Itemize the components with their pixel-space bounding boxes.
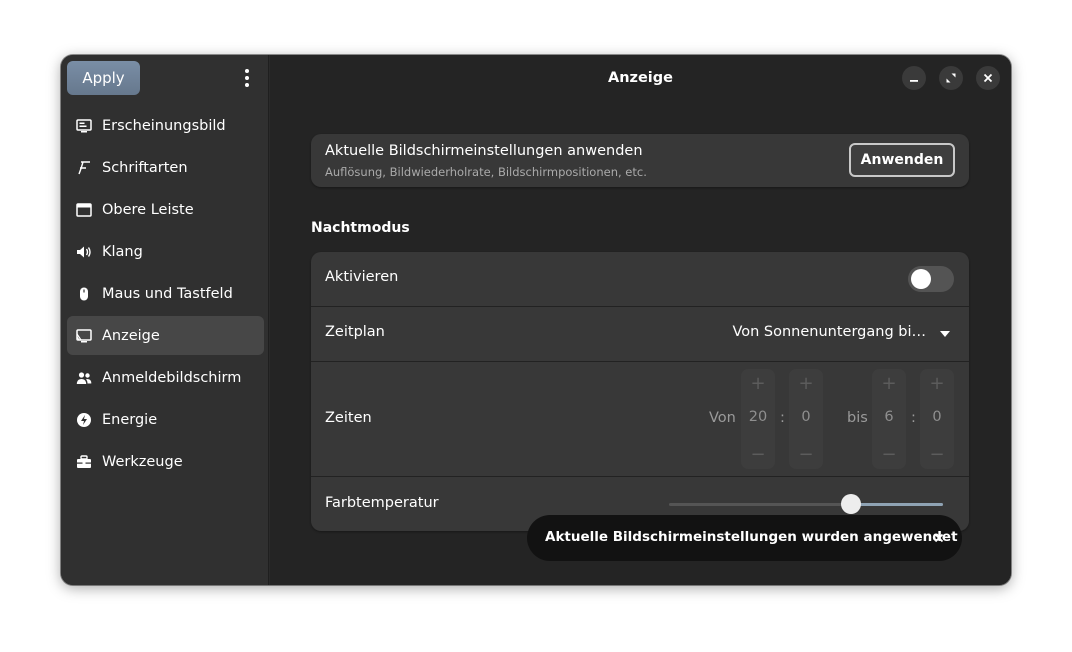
sidebar-item-obere-leiste[interactable]: Obere Leiste [67, 190, 264, 229]
sidebar-item-anzeige[interactable]: Anzeige [67, 316, 264, 355]
users-icon [75, 369, 93, 387]
from-hour-spinner[interactable]: + 20 − [741, 369, 775, 469]
apply-settings-subtitle: Auflösung, Bildwiederholrate, Bildschirm… [325, 165, 647, 179]
toast-message: Aktuelle Bildschirmeinstellungen wurden … [545, 529, 958, 545]
increment-icon[interactable]: + [741, 373, 775, 394]
sidebar-item-werkzeuge[interactable]: Werkzeuge [67, 442, 264, 481]
decrement-icon[interactable]: − [920, 444, 954, 465]
time-separator: : [780, 410, 785, 426]
sidebar-nav: Erscheinungsbild Schriftarten Obere Leis… [67, 106, 264, 484]
mouse-icon [75, 285, 93, 303]
sidebar-item-klang[interactable]: Klang [67, 232, 264, 271]
times-label: Zeiten [325, 410, 372, 426]
slider-handle[interactable] [841, 494, 861, 514]
page-title: Anzeige [607, 70, 673, 86]
decrement-icon[interactable]: − [741, 444, 775, 465]
kebab-menu-icon[interactable] [237, 67, 257, 89]
from-minute-spinner[interactable]: + 0 − [789, 369, 823, 469]
toggle-knob [911, 269, 931, 289]
to-hour-spinner[interactable]: + 6 − [872, 369, 906, 469]
sidebar-item-label: Maus und Tastfeld [102, 285, 233, 302]
main-content: Anzeige Aktuelle Bildschirmeinstellungen… [270, 55, 1011, 585]
decrement-icon[interactable]: − [789, 444, 823, 465]
activate-row: Aktivieren [311, 252, 969, 307]
maximize-icon[interactable] [939, 66, 963, 90]
apply-button[interactable]: Apply [67, 61, 140, 95]
apply-settings-title: Aktuelle Bildschirmeinstellungen anwende… [325, 143, 643, 159]
temperature-label: Farbtemperatur [325, 495, 439, 511]
sidebar-item-energie[interactable]: Energie [67, 400, 264, 439]
sidebar-item-label: Obere Leiste [102, 201, 194, 218]
times-row: Zeiten Von + 20 − : + 0 − bis + 6 −: + … [311, 362, 969, 477]
appearance-icon [75, 117, 93, 135]
increment-icon[interactable]: + [872, 373, 906, 394]
sidebar-item-erscheinungsbild[interactable]: Erscheinungsbild [67, 106, 264, 145]
sidebar-item-label: Werkzeuge [102, 453, 183, 470]
sidebar-item-label: Klang [102, 243, 143, 260]
from-minute-value[interactable]: 0 [789, 409, 823, 425]
increment-icon[interactable]: + [789, 373, 823, 394]
top-bar-icon [75, 201, 93, 219]
close-icon[interactable] [976, 66, 1000, 90]
to-minute-value[interactable]: 0 [920, 409, 954, 425]
increment-icon[interactable]: + [920, 373, 954, 394]
anwenden-button[interactable]: Anwenden [849, 143, 955, 177]
activate-toggle[interactable] [908, 266, 954, 292]
sidebar-item-schriftarten[interactable]: Schriftarten [67, 148, 264, 187]
sidebar-item-label: Energie [102, 411, 158, 428]
sidebar-header: Apply [61, 55, 268, 101]
schedule-dropdown-value[interactable]: Von Sonnenuntergang bi… [732, 324, 926, 340]
time-separator: : [911, 410, 916, 426]
slider-fill [851, 503, 943, 506]
decrement-icon[interactable]: − [872, 444, 906, 465]
nightmode-section-title: Nachtmodus [311, 220, 410, 236]
to-minute-spinner[interactable]: + 0 − [920, 369, 954, 469]
toast-notification: Aktuelle Bildschirmeinstellungen wurden … [527, 515, 962, 561]
sidebar-item-label: Schriftarten [102, 159, 188, 176]
schedule-row[interactable]: Zeitplan Von Sonnenuntergang bi… [311, 307, 969, 362]
display-icon [75, 327, 93, 345]
sidebar: Apply Erscheinungsbild Schriftarten Ober… [61, 55, 269, 585]
sidebar-item-label: Anzeige [102, 327, 160, 344]
nightmode-card: Aktivieren Zeitplan Von Sonnenuntergang … [311, 252, 969, 531]
from-hour-value[interactable]: 20 [741, 409, 775, 425]
sidebar-item-anmeldebildschirm[interactable]: Anmeldebildschirm [67, 358, 264, 397]
activate-label: Aktivieren [325, 269, 399, 285]
from-label: Von [709, 410, 736, 426]
schedule-label: Zeitplan [325, 324, 385, 340]
minimize-icon[interactable] [902, 66, 926, 90]
temperature-slider[interactable] [669, 503, 943, 506]
apply-settings-card: Aktuelle Bildschirmeinstellungen anwende… [311, 134, 969, 187]
settings-window: Apply Erscheinungsbild Schriftarten Ober… [61, 55, 1011, 585]
sidebar-item-maus-und-tastfeld[interactable]: Maus und Tastfeld [67, 274, 264, 313]
toolbox-icon [75, 453, 93, 471]
font-icon [75, 159, 93, 177]
power-icon [75, 411, 93, 429]
to-hour-value[interactable]: 6 [872, 409, 906, 425]
sidebar-item-label: Erscheinungsbild [102, 117, 226, 134]
dropdown-arrow-icon[interactable] [940, 331, 950, 337]
sidebar-item-label: Anmeldebildschirm [102, 369, 242, 386]
toast-close-icon[interactable] [932, 530, 946, 544]
to-label: bis [847, 410, 868, 426]
speaker-icon [75, 243, 93, 261]
